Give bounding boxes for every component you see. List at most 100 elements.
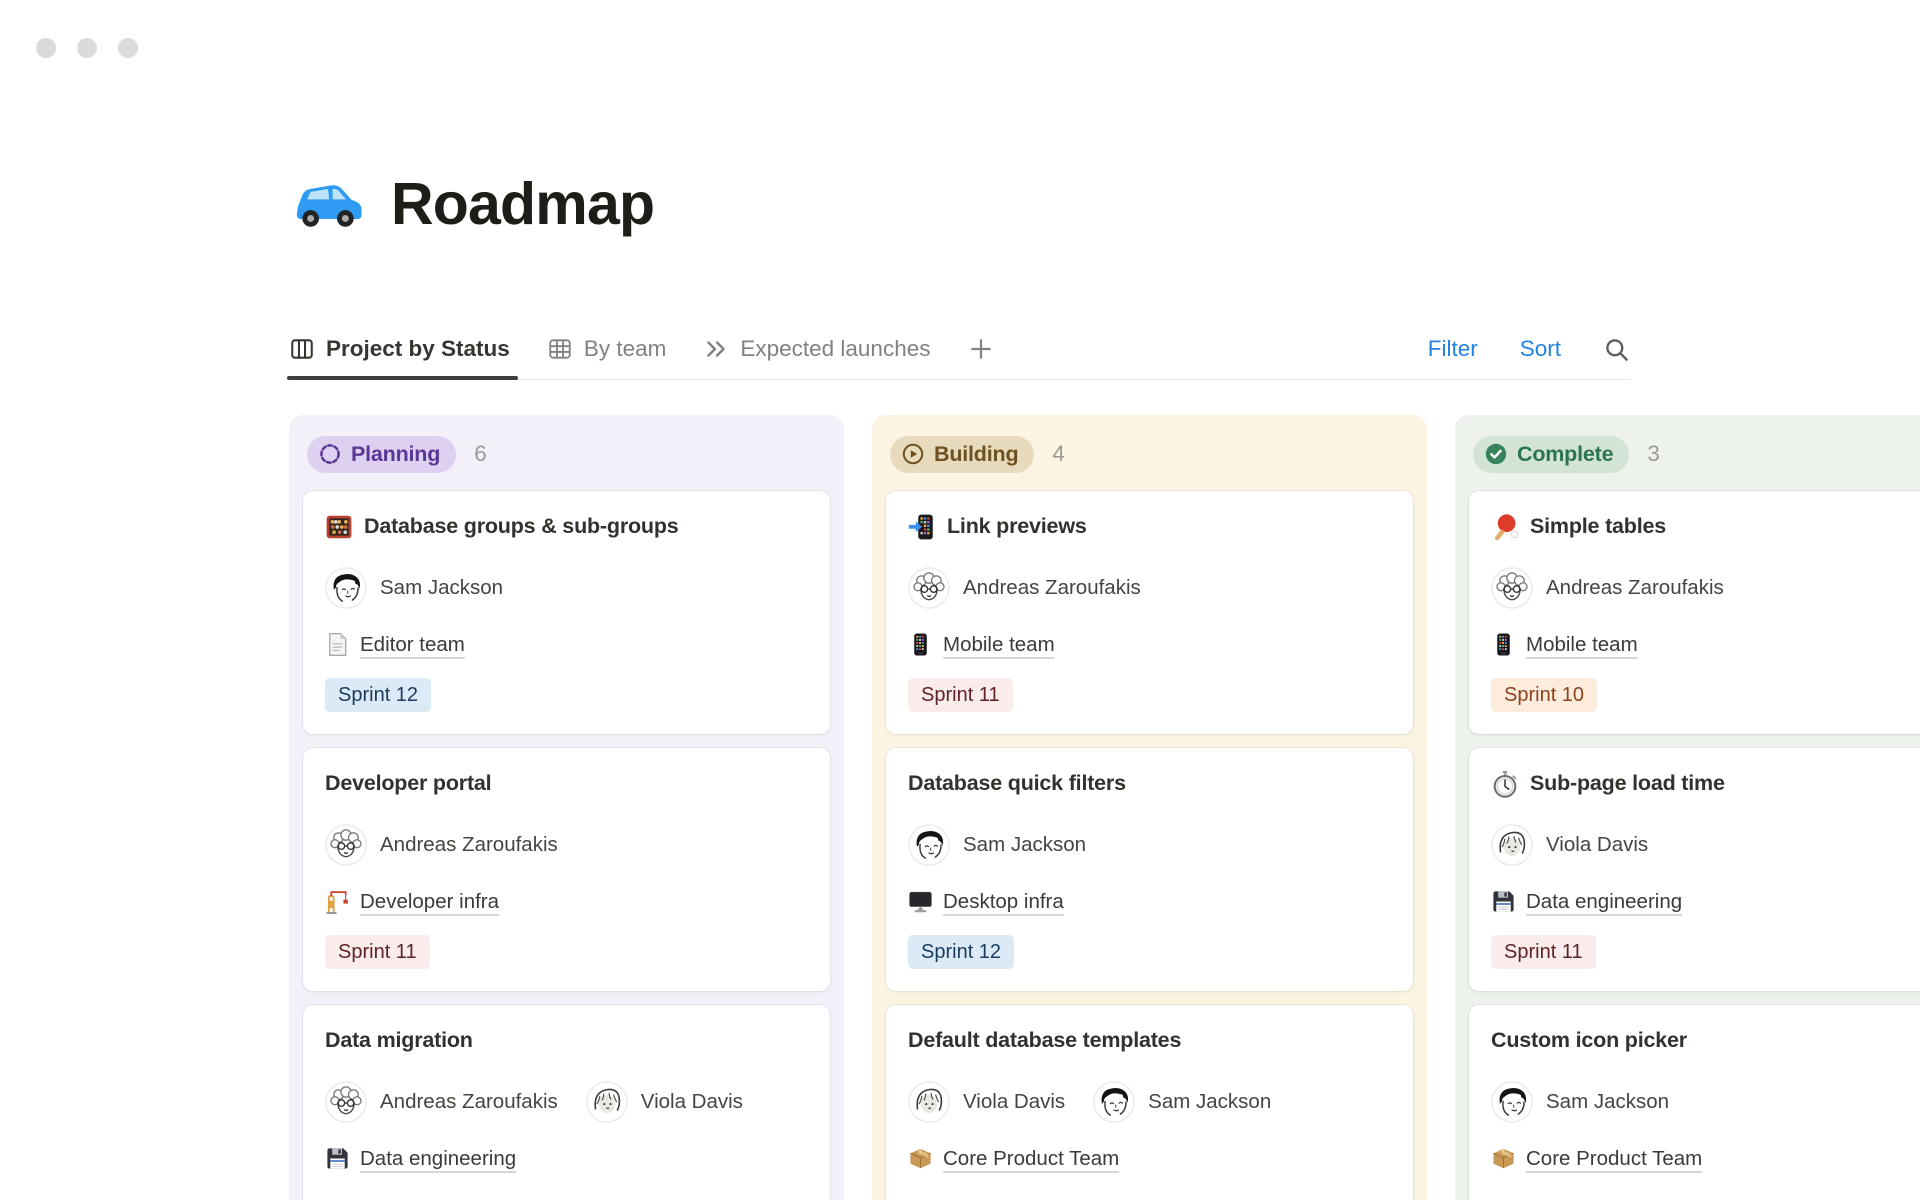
avatar-andreas [1491,567,1533,609]
table-icon [547,336,573,362]
card-tags: Sprint 12 [908,935,1391,969]
team-link[interactable]: Data engineering [325,1146,808,1171]
mobile-icon [1491,632,1516,657]
crane-icon [325,889,350,914]
avatar-sam [1093,1081,1135,1123]
sprint-tag[interactable]: Sprint 10 [1491,678,1597,712]
person-chip[interactable]: Andreas Zaroufakis [1491,567,1724,609]
card-title-row: Data migration [325,1025,808,1056]
filter-button[interactable]: Filter [1428,336,1478,362]
board-card[interactable]: Developer portal Andreas Zaroufakis Deve… [303,748,830,991]
add-view-button[interactable] [967,335,995,363]
board-card[interactable]: Database groups & sub-groups Sam Jackson… [303,491,830,734]
person-chip[interactable]: Andreas Zaroufakis [908,567,1141,609]
column-header[interactable]: Complete 3 [1469,431,1920,477]
card-title-row: Simple tables [1491,511,1920,542]
page-header: Roadmap [291,170,654,238]
team-link[interactable]: Core Product Team [1491,1146,1920,1171]
card-people: Sam Jackson [325,567,808,609]
column-count: 4 [1052,441,1065,467]
card-list: Simple tables Andreas Zaroufakis Mobile … [1469,491,1920,1200]
board-card[interactable]: Sub-page load time Viola Davis Data engi… [1469,748,1920,991]
team-link[interactable]: Mobile team [908,632,1391,657]
search-icon[interactable] [1603,336,1630,363]
avatar-andreas [325,1081,367,1123]
team-link[interactable]: Desktop infra [908,889,1391,914]
board-icon [289,336,315,362]
card-tags: Sprint 11 [908,678,1391,712]
team-link[interactable]: Editor team [325,632,808,657]
page-title[interactable]: Roadmap [391,170,654,238]
board-card[interactable]: Database quick filters Sam Jackson Deskt… [886,748,1413,991]
floppy-icon [325,1146,350,1171]
status-label: Complete [1517,442,1613,467]
car-icon[interactable] [291,175,365,233]
person-chip[interactable]: Viola Davis [1491,824,1648,866]
avatar-viola [586,1081,628,1123]
status-pill: Planning [307,436,456,473]
team-link[interactable]: Core Product Team [908,1146,1391,1171]
card-title: Default database templates [908,1028,1181,1053]
card-list: Link previews Andreas Zaroufakis Mobile … [886,491,1413,1200]
window-control-dot[interactable] [36,38,56,58]
play-circle-icon [901,442,925,466]
avatar-sam [325,567,367,609]
view-toolbar: Project by Status By team Expected launc… [289,318,1630,380]
board-card[interactable]: Data migration Andreas Zaroufakis Viola … [303,1005,830,1200]
sort-button[interactable]: Sort [1520,336,1561,362]
toolbar-actions: Filter Sort [1428,318,1630,380]
tab-by-team[interactable]: By team [547,318,667,380]
sprint-tag[interactable]: Sprint 11 [1491,935,1596,969]
card-title-row: Sub-page load time [1491,768,1920,799]
person-chip[interactable]: Andreas Zaroufakis [325,1081,558,1123]
team-link[interactable]: Mobile team [1491,632,1920,657]
sprint-tag[interactable]: Sprint 12 [908,935,1014,969]
person-chip[interactable]: Sam Jackson [325,567,503,609]
tab-expected-launches[interactable]: Expected launches [703,318,930,380]
team-link[interactable]: Data engineering [1491,889,1920,914]
team-link[interactable]: Developer infra [325,889,808,914]
phone-arrow-icon [908,513,936,541]
avatar-viola [1491,824,1533,866]
column-count: 6 [474,441,487,467]
card-title: Sub-page load time [1530,771,1725,796]
window-control-dot[interactable] [77,38,97,58]
avatar-andreas [325,824,367,866]
card-title-row: Database groups & sub-groups [325,511,808,542]
status-pill: Building [890,436,1034,473]
board-card[interactable]: Custom icon picker Sam Jackson Core Prod… [1469,1005,1920,1200]
tab-label: Expected launches [740,336,930,362]
window-control-dot[interactable] [118,38,138,58]
card-people: Andreas Zaroufakis [325,824,808,866]
sprint-tag[interactable]: Sprint 11 [908,678,1013,712]
person-chip[interactable]: Andreas Zaroufakis [325,824,558,866]
board-card[interactable]: Default database templates Viola Davis S… [886,1005,1413,1200]
person-name: Sam Jackson [963,833,1086,857]
person-chip[interactable]: Sam Jackson [908,824,1086,866]
card-title: Custom icon picker [1491,1028,1687,1053]
person-name: Viola Davis [1546,833,1648,857]
person-name: Viola Davis [963,1090,1065,1114]
person-name: Sam Jackson [1546,1090,1669,1114]
sprint-tag[interactable]: Sprint 11 [325,935,430,969]
board-card[interactable]: Simple tables Andreas Zaroufakis Mobile … [1469,491,1920,734]
person-chip[interactable]: Viola Davis [586,1081,743,1123]
avatar-andreas [908,567,950,609]
avatar-sam [908,824,950,866]
team-label: Mobile team [943,633,1055,657]
person-name: Andreas Zaroufakis [1546,576,1724,600]
person-name: Andreas Zaroufakis [380,833,558,857]
board-card[interactable]: Link previews Andreas Zaroufakis Mobile … [886,491,1413,734]
person-chip[interactable]: Viola Davis [908,1081,1065,1123]
sprint-tag[interactable]: Sprint 12 [325,678,431,712]
dashed-circle-icon [318,442,342,466]
column-header[interactable]: Planning 6 [303,431,830,477]
kanban-board: Planning 6 Database groups & sub-groups … [289,415,1920,1200]
tab-project-by-status[interactable]: Project by Status [289,318,510,380]
column-header[interactable]: Building 4 [886,431,1413,477]
card-people: Sam Jackson [1491,1081,1920,1123]
card-tags: Sprint 11 [325,935,808,969]
person-chip[interactable]: Sam Jackson [1491,1081,1669,1123]
person-name: Sam Jackson [380,576,503,600]
person-chip[interactable]: Sam Jackson [1093,1081,1271,1123]
